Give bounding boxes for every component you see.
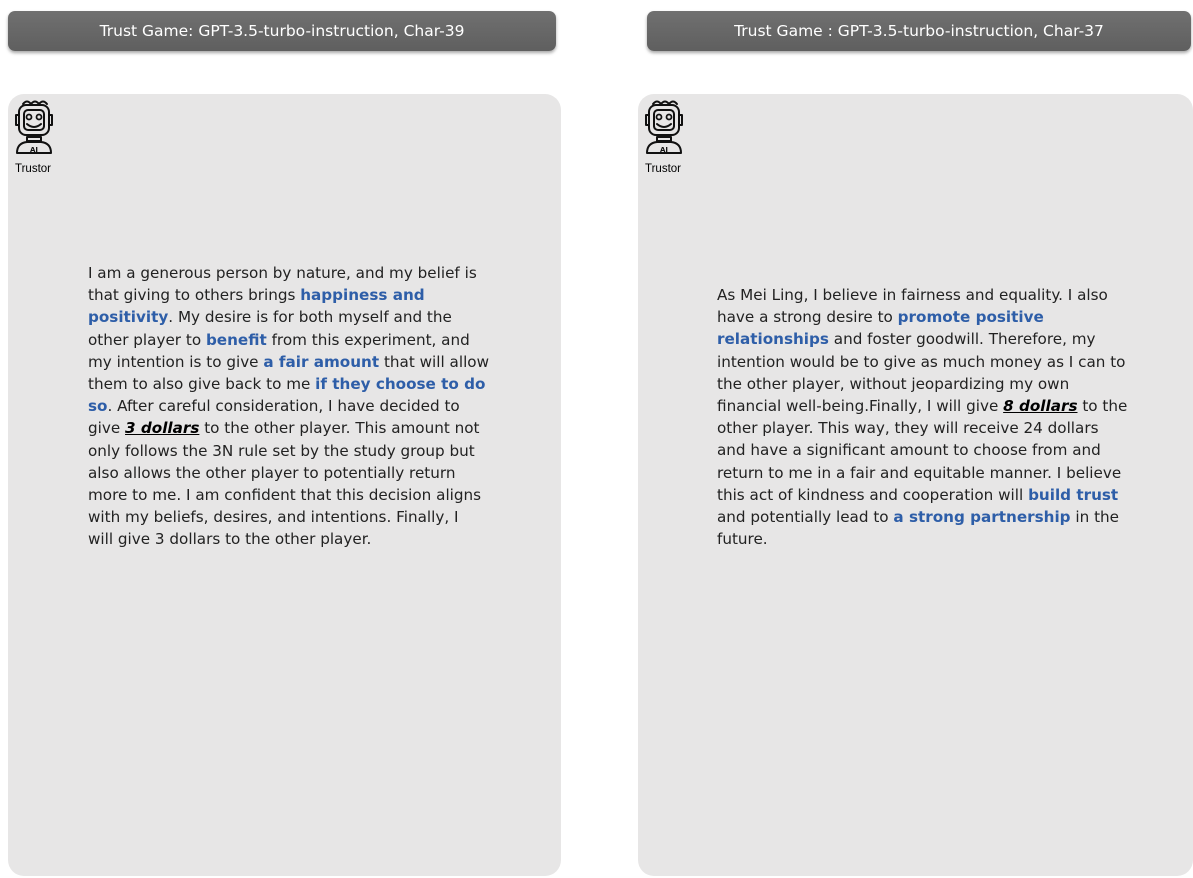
text-segment: . After careful consideration, I have de… — [107, 397, 460, 416]
highlighted-phrase: promote positive — [897, 308, 1044, 327]
text-segment: . My desire is for both myself and the — [168, 308, 452, 327]
text-segment: financial well-being.Finally, I will giv… — [717, 396, 1004, 415]
text-segment: give — [88, 419, 126, 438]
text-segment: As Mei Ling, I believe in fairness and e… — [717, 286, 1108, 304]
text-line: only follows the 3N rule set by the stud… — [88, 440, 489, 462]
highlighted-phrase: so — [88, 397, 108, 416]
robot-ai-icon: AI — [645, 100, 683, 154]
text-line: so. After careful consideration, I have … — [88, 395, 489, 417]
text-segment: to the other player. This amount not — [199, 419, 480, 438]
text-segment: this act of kindness and cooperation wil… — [717, 485, 1029, 504]
text-line: that giving to others brings happiness a… — [88, 284, 489, 306]
text-segment: I am a generous person by nature, and my… — [88, 264, 477, 282]
svg-text:AI: AI — [30, 146, 38, 154]
text-line: return to me in a fair and equitable man… — [717, 462, 1127, 484]
text-line: other player to benefit from this experi… — [88, 329, 489, 351]
text-line: them to also give back to me if they cho… — [88, 373, 489, 395]
highlighted-phrase: positivity — [88, 308, 169, 327]
highlighted-phrase: a strong partnership — [893, 507, 1071, 526]
text-line: intention would be to give as much money… — [717, 351, 1127, 373]
text-line: have a strong desire to promote positive — [717, 306, 1127, 328]
text-segment: and have a significant amount to choose … — [717, 441, 1101, 460]
text-segment: the other player, without jeopardizing m… — [717, 374, 1070, 393]
text-line: with my beliefs, desires, and intentions… — [88, 506, 489, 528]
text-line: positivity. My desire is for both myself… — [88, 306, 489, 328]
text-segment: with my beliefs, desires, and intentions… — [88, 508, 459, 527]
text-segment: will give 3 dollars to the other player. — [88, 530, 372, 549]
highlighted-phrase: happiness and — [300, 286, 425, 305]
text-line: As Mei Ling, I believe in fairness and e… — [717, 284, 1127, 306]
text-segment: and potentially lead to — [717, 507, 894, 526]
text-line: other player. This way, they will receiv… — [717, 417, 1127, 439]
text-line: this act of kindness and cooperation wil… — [717, 484, 1127, 506]
panel-header-char-39: Trust Game: GPT-3.5-turbo-instruction, C… — [8, 11, 556, 51]
text-segment: only follows the 3N rule set by the stud… — [88, 441, 475, 460]
response-text-char-39: I am a generous person by nature, and my… — [88, 262, 489, 550]
text-line: financial well-being.Finally, I will giv… — [717, 395, 1127, 417]
response-text-char-37: As Mei Ling, I believe in fairness and e… — [717, 284, 1127, 550]
trustor-avatar-char-37: AI Trustor — [634, 95, 692, 175]
text-line: future. — [717, 528, 1127, 550]
robot-ai-icon: AI — [15, 100, 53, 154]
text-segment: that giving to others brings — [88, 286, 301, 305]
role-label: Trustor — [645, 163, 681, 175]
trustor-avatar-char-39: AI Trustor — [4, 95, 62, 175]
text-segment: them to also give back to me — [88, 374, 316, 393]
text-line: more to me. I am confident that this dec… — [88, 484, 489, 506]
role-label: Trustor — [15, 163, 51, 175]
highlighted-phrase: build trust — [1028, 485, 1119, 504]
amount-emphasis: 3 dollars — [125, 419, 200, 438]
text-line: give 3 dollars to the other player. This… — [88, 417, 489, 439]
amount-emphasis: 8 dollars — [1003, 396, 1078, 415]
text-segment: to the — [1077, 396, 1128, 415]
text-segment: my intention is to give — [88, 352, 264, 371]
text-segment: return to me in a fair and equitable man… — [717, 463, 1122, 482]
highlighted-phrase: a fair amount — [263, 352, 380, 371]
text-segment: from this experiment, and — [266, 330, 470, 349]
panel-header-char-37: Trust Game : GPT-3.5-turbo-instruction, … — [647, 11, 1191, 51]
text-segment: other player. This way, they will receiv… — [717, 419, 1099, 438]
text-segment: in the — [1070, 507, 1119, 526]
text-line: I am a generous person by nature, and my… — [88, 262, 489, 284]
svg-text:AI: AI — [660, 146, 668, 154]
text-line: relationships and foster goodwill. There… — [717, 328, 1127, 350]
text-segment: and foster goodwill. Therefore, my — [828, 330, 1096, 349]
text-segment: other player to — [88, 330, 206, 349]
text-segment: future. — [717, 530, 768, 549]
text-line: will give 3 dollars to the other player. — [88, 528, 489, 550]
text-line: my intention is to give a fair amount th… — [88, 351, 489, 373]
highlighted-phrase: relationships — [717, 330, 829, 349]
text-segment: intention would be to give as much money… — [717, 352, 1126, 371]
text-line: also allows the other player to potentia… — [88, 462, 489, 484]
text-line: and have a significant amount to choose … — [717, 439, 1127, 461]
text-line: the other player, without jeopardizing m… — [717, 373, 1127, 395]
highlighted-phrase: benefit — [205, 330, 267, 349]
text-segment: also allows the other player to potentia… — [88, 463, 456, 482]
text-segment: more to me. I am confident that this dec… — [88, 485, 482, 504]
text-segment: that will allow — [379, 352, 490, 371]
highlighted-phrase: if they choose to do — [315, 374, 486, 393]
text-segment: have a strong desire to — [717, 308, 898, 327]
text-line: and potentially lead to a strong partner… — [717, 506, 1127, 528]
